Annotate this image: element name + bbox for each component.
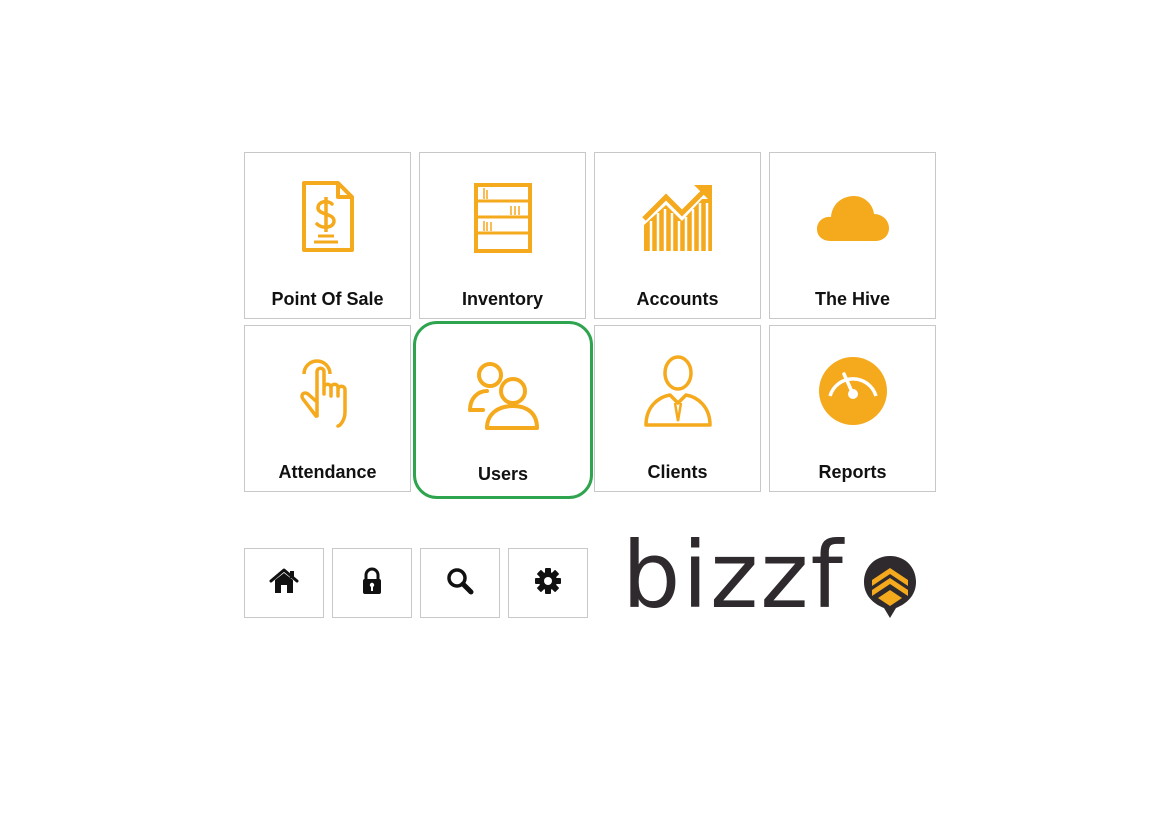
tap-hand-icon — [245, 352, 410, 430]
tile-label: Clients — [647, 462, 708, 482]
lock-icon — [361, 567, 383, 600]
tile-reports[interactable]: Reports — [769, 325, 936, 492]
tile-attendance[interactable]: Attendance — [244, 325, 411, 492]
search-button[interactable] — [420, 548, 500, 618]
tile-users[interactable]: Users — [413, 321, 593, 499]
tile-the-hive[interactable]: The Hive — [769, 152, 936, 319]
gauge-icon — [770, 352, 935, 430]
users-icon — [416, 356, 590, 434]
tile-label: Inventory — [461, 289, 544, 309]
tile-accounts[interactable]: Accounts — [594, 152, 761, 319]
tile-clients[interactable]: Clients — [594, 325, 761, 492]
tile-inventory[interactable]: Inventory — [419, 152, 586, 319]
lock-button[interactable] — [332, 548, 412, 618]
logo-text: bizzf — [622, 522, 845, 629]
tile-point-of-sale[interactable]: Point Of Sale — [244, 152, 411, 319]
home-icon — [269, 567, 299, 600]
growth-chart-icon — [595, 179, 760, 257]
gear-icon — [534, 567, 562, 600]
bee-shield-icon — [862, 554, 918, 625]
businessman-icon — [595, 352, 760, 430]
settings-button[interactable] — [508, 548, 588, 618]
bookshelf-icon — [420, 179, 585, 257]
tile-label: Users — [477, 464, 529, 484]
search-icon — [446, 567, 474, 600]
receipt-dollar-icon — [245, 179, 410, 257]
tile-label: Accounts — [636, 289, 719, 309]
bizzfo-logo: bizzf — [622, 528, 932, 628]
tile-label: The Hive — [814, 289, 891, 309]
tile-label: Reports — [818, 462, 887, 482]
tile-label: Point Of Sale — [271, 289, 384, 309]
cloud-icon — [770, 179, 935, 257]
tile-label: Attendance — [278, 462, 377, 482]
home-button[interactable] — [244, 548, 324, 618]
